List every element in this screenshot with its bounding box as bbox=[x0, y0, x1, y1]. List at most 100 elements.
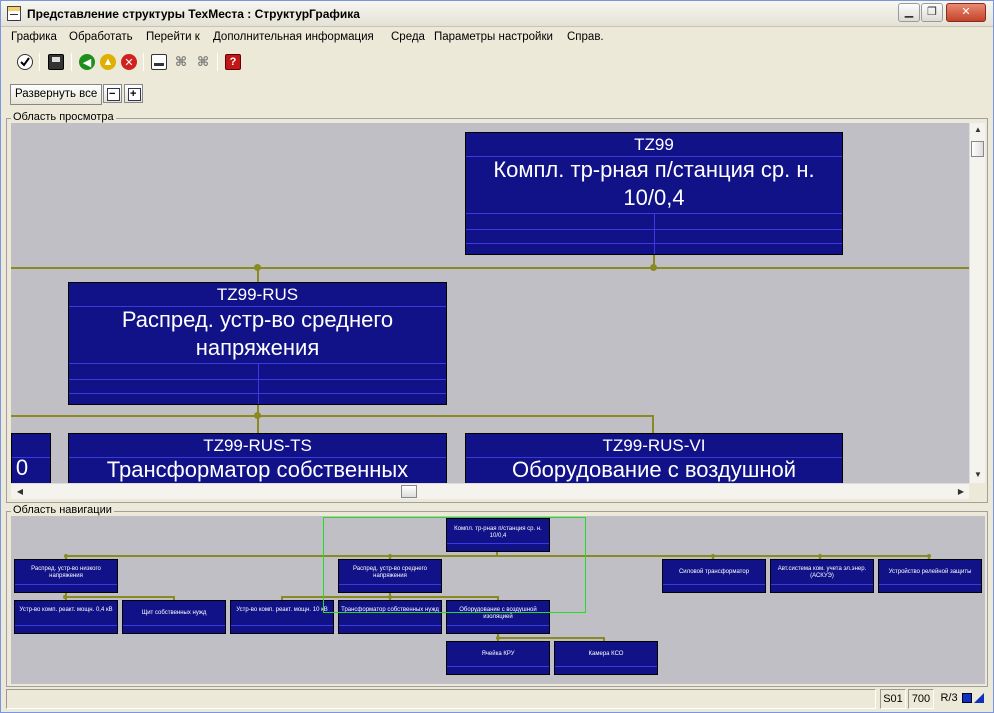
cancel-icon: ✕ bbox=[121, 54, 137, 70]
connector-line bbox=[11, 267, 969, 269]
status-indicator-icon bbox=[962, 693, 972, 703]
close-button[interactable]: ✕ bbox=[946, 3, 986, 22]
title-bar: Представление структуры ТехМеста : Струк… bbox=[1, 1, 993, 27]
connector-dot bbox=[254, 264, 261, 271]
exit-icon: ▲ bbox=[100, 54, 116, 70]
status-mode: R/3 bbox=[940, 692, 958, 704]
minimize-button[interactable]: ▁ bbox=[898, 3, 920, 22]
node-description: Распред. устр-во среднего напряжения bbox=[121, 307, 394, 360]
help-button[interactable]: ? bbox=[222, 51, 244, 73]
connector-dot bbox=[650, 264, 657, 271]
menu-grafika[interactable]: Графика bbox=[11, 31, 57, 43]
connector-dot bbox=[496, 636, 500, 640]
menu-obrabotat[interactable]: Обработать bbox=[69, 31, 133, 43]
nav-node-kru-cell[interactable]: Ячейка КРУ bbox=[446, 641, 550, 675]
view-canvas[interactable]: TZ99 Компл. тр-рная п/станция ср. н. 10/… bbox=[11, 123, 969, 483]
view-area-label: Область просмотра bbox=[11, 111, 116, 123]
scroll-up-icon[interactable]: ▲ bbox=[970, 123, 986, 137]
connector-line bbox=[257, 416, 259, 433]
connector-line bbox=[497, 637, 605, 639]
node-description: Трансформатор собственных bbox=[106, 457, 409, 482]
menu-sprav[interactable]: Справ. bbox=[567, 31, 604, 43]
expand-icon: + bbox=[130, 88, 137, 100]
standard-toolbar: ◀ ▲ ✕ ⌘ ⌘ ? bbox=[1, 49, 993, 75]
back-icon: ◀ bbox=[79, 54, 95, 70]
connector-line bbox=[11, 415, 654, 417]
cancel-button[interactable]: ✕ bbox=[118, 51, 140, 73]
node-description: Компл. тр-рная п/станция ср. н. 10/0,4 bbox=[493, 157, 815, 210]
nav-node-kso-chamber[interactable]: Камера КСО bbox=[554, 641, 658, 675]
connector-dot bbox=[63, 595, 67, 599]
window-title: Представление структуры ТехМеста : Струк… bbox=[27, 7, 360, 21]
exit-button[interactable]: ▲ bbox=[97, 51, 119, 73]
nav-node-label: Авт.система ком. учета эл.энер. (АСКУЭ) bbox=[777, 566, 867, 579]
nav-node-power-transformer[interactable]: Силовой трансформатор bbox=[662, 559, 766, 593]
node-id: TZ99-RUS bbox=[216, 285, 299, 304]
node-id: TZ99 bbox=[634, 135, 674, 154]
app-icon bbox=[7, 6, 21, 21]
node-tz99-rus[interactable]: TZ99-RUS Распред. устр-во среднего напря… bbox=[68, 282, 447, 405]
node-id: TZ99-RUS-VI bbox=[602, 436, 706, 455]
scroll-down-icon[interactable]: ▼ bbox=[970, 468, 986, 482]
node-tz99[interactable]: TZ99 Компл. тр-рная п/станция ср. н. 10/… bbox=[465, 132, 843, 255]
connector-line bbox=[65, 596, 175, 598]
nav-node-label: Распред. устр-во низкого напряжения bbox=[31, 566, 101, 579]
expand-subtree-button[interactable]: + bbox=[124, 84, 143, 103]
node-description: 0 bbox=[15, 455, 29, 480]
menu-pereyti[interactable]: Перейти к bbox=[146, 31, 200, 43]
status-bar: S01 700 R/3 bbox=[1, 687, 993, 712]
collapse-icon: − bbox=[109, 88, 116, 100]
nav-node-askue[interactable]: Авт.система ком. учета эл.энер. (АСКУЭ) bbox=[770, 559, 874, 593]
menu-sreda[interactable]: Среда bbox=[391, 31, 425, 43]
menu-dop-info[interactable]: Дополнительная информация bbox=[213, 31, 374, 43]
print-icon bbox=[151, 54, 167, 70]
navigation-canvas[interactable]: Компл. тр-рная п/станция ср. н. 10/0,4 Р… bbox=[11, 516, 985, 684]
find-icon: ⌘ bbox=[174, 54, 188, 69]
nav-area-label: Область навигации bbox=[11, 504, 114, 516]
expand-all-button[interactable]: Развернуть все bbox=[10, 84, 103, 105]
collapse-subtree-button[interactable]: − bbox=[103, 84, 122, 103]
viewport-indicator[interactable] bbox=[323, 517, 586, 613]
nav-node-comp-10[interactable]: Устр-во комп. реакт. мощн. 10 кВ bbox=[230, 600, 334, 634]
find-next-button[interactable]: ⌘ bbox=[192, 51, 214, 73]
find-button[interactable]: ⌘ bbox=[170, 51, 192, 73]
node-id: TZ99-RUS-TS bbox=[203, 436, 312, 455]
main-window: Представление структуры ТехМеста : Струк… bbox=[0, 0, 994, 713]
check-button[interactable] bbox=[14, 51, 36, 73]
nav-node-label: Силовой трансформатор bbox=[678, 569, 750, 575]
status-message-field bbox=[6, 689, 876, 709]
connector-line bbox=[652, 416, 654, 433]
menu-parametry[interactable]: Параметры настройки bbox=[434, 31, 553, 43]
view-horizontal-scrollbar[interactable]: ◀ ▶ bbox=[11, 483, 969, 499]
status-client: 700 bbox=[908, 689, 934, 709]
find-next-icon: ⌘ bbox=[196, 54, 210, 69]
vertical-scroll-thumb[interactable] bbox=[971, 141, 984, 157]
node-tz99-rus-vi[interactable]: TZ99-RUS-VI Оборудование с воздушной bbox=[465, 433, 843, 483]
nav-node-rus-low[interactable]: Распред. устр-во низкого напряжения bbox=[14, 559, 118, 593]
status-system: S01 bbox=[880, 689, 906, 709]
nav-node-label: Устр-во комп. реакт. мощн. 10 кВ bbox=[236, 607, 328, 613]
nav-node-label: Камера КСО bbox=[588, 651, 624, 657]
back-button[interactable]: ◀ bbox=[76, 51, 98, 73]
nav-node-label: Ячейка КРУ bbox=[481, 651, 515, 657]
nav-node-comp-04[interactable]: Устр-во комп. реакт. мощн. 0,4 кВ bbox=[14, 600, 118, 634]
nav-node-label: Устройство релейной защиты bbox=[888, 569, 972, 575]
scroll-left-icon[interactable]: ◀ bbox=[13, 484, 27, 500]
save-button[interactable] bbox=[45, 51, 67, 73]
view-vertical-scrollbar[interactable]: ▲ ▼ bbox=[969, 123, 985, 483]
scroll-right-icon[interactable]: ▶ bbox=[954, 484, 968, 500]
node-partial-left[interactable]: 0 bbox=[11, 433, 51, 483]
nav-node-aux-panel[interactable]: Щит собственных нужд bbox=[122, 600, 226, 634]
restore-button[interactable]: ❐ bbox=[921, 3, 943, 22]
horizontal-scroll-thumb[interactable] bbox=[401, 485, 417, 498]
node-description: Оборудование с воздушной bbox=[511, 457, 797, 482]
nav-node-label: Щит собственных нужд bbox=[141, 610, 207, 616]
nav-node-relay[interactable]: Устройство релейной защиты bbox=[878, 559, 982, 593]
help-icon: ? bbox=[225, 54, 241, 70]
check-icon bbox=[17, 54, 33, 70]
node-tz99-rus-ts[interactable]: TZ99-RUS-TS Трансформатор собственных bbox=[68, 433, 447, 483]
application-toolbar: Развернуть все − + bbox=[1, 81, 993, 107]
resize-grip-icon[interactable] bbox=[974, 693, 984, 703]
print-button[interactable] bbox=[148, 51, 170, 73]
nav-node-label: Устр-во комп. реакт. мощн. 0,4 кВ bbox=[19, 607, 113, 613]
